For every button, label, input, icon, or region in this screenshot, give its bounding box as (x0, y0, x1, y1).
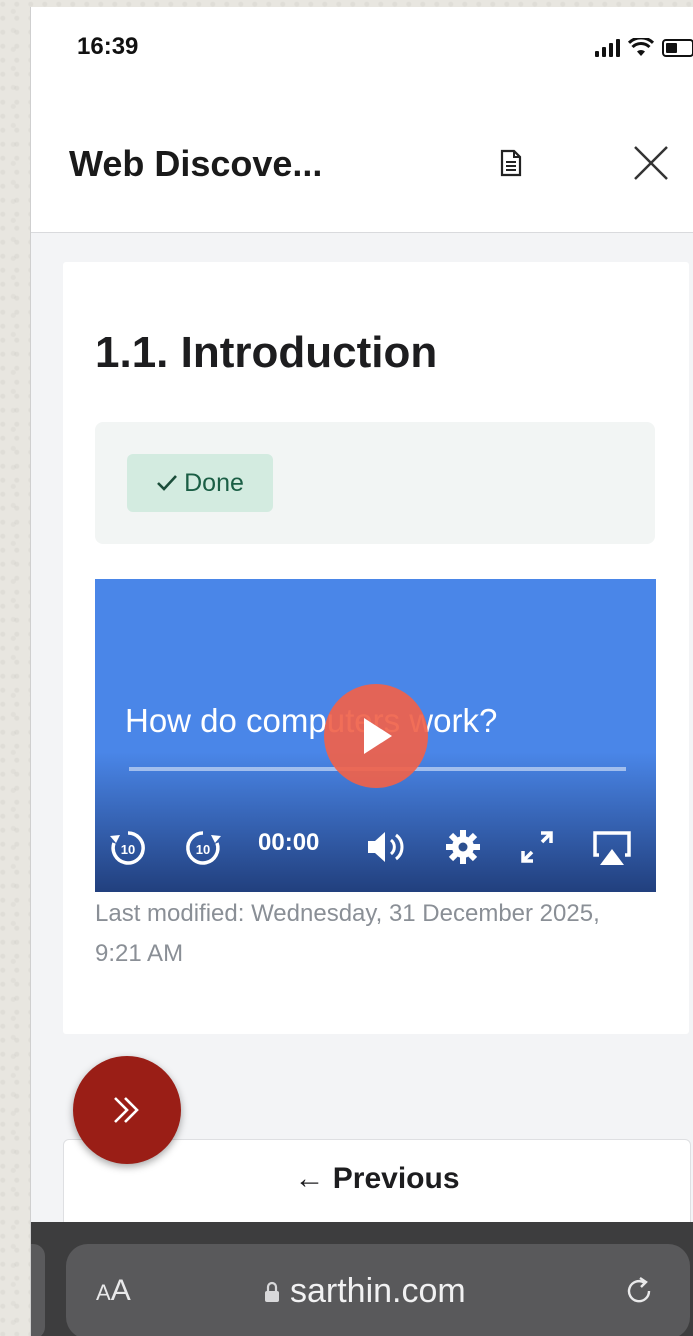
previous-label: Previous (332, 1162, 460, 1195)
address-bar[interactable]: AA sarthin.com (66, 1244, 690, 1336)
close-icon[interactable] (629, 141, 673, 185)
status-icons (595, 37, 693, 59)
url-display[interactable]: sarthin.com (264, 1272, 466, 1311)
video-title: How do computers work? (125, 702, 498, 739)
status-bar: 16:39 (31, 7, 693, 87)
wifi-icon (628, 38, 654, 56)
page-title: Web Discove... (69, 143, 323, 184)
app-header: Web Discove... (31, 87, 693, 233)
last-modified: Last modified: Wednesday, 31 December 20… (95, 900, 600, 967)
phone-screen: 16:39 Web Discove... 1.1. Introduction D… (30, 7, 693, 1336)
previous-button[interactable]: ← Previous (64, 1162, 690, 1196)
completion-box: Done (95, 422, 655, 544)
text-size-button[interactable]: AA (96, 1274, 131, 1308)
svg-text:10: 10 (121, 842, 135, 857)
fullscreen-icon[interactable] (517, 827, 557, 867)
done-label: Done (184, 468, 244, 497)
time-readout: 00:00 (258, 829, 320, 856)
browser-toolbar: AA sarthin.com (31, 1222, 693, 1336)
signal-icon (595, 39, 620, 57)
forward-10-icon[interactable]: 10 (182, 827, 224, 869)
svg-text:10: 10 (196, 842, 210, 857)
url-text: sarthin.com (290, 1272, 466, 1310)
settings-icon[interactable] (443, 827, 483, 867)
battery-icon (662, 39, 693, 57)
content-card: 1.1. Introduction Done How do computers … (63, 262, 689, 1034)
lock-icon (265, 1281, 279, 1302)
volume-icon[interactable] (365, 827, 409, 867)
done-badge[interactable]: Done (127, 454, 273, 512)
drawer-toggle-button[interactable] (73, 1056, 181, 1164)
video-controls: 10 10 00:00 (95, 819, 656, 879)
video-player[interactable]: How do computers work? 10 10 00:00 (95, 579, 656, 892)
checkmark-icon (157, 475, 178, 491)
play-button[interactable] (324, 684, 428, 788)
rewind-10-icon[interactable]: 10 (107, 827, 149, 869)
previous-tab-stub[interactable] (31, 1244, 45, 1336)
double-chevron-right-icon (114, 1097, 139, 1123)
reload-icon[interactable] (622, 1274, 656, 1308)
section-title: 1.1. Introduction (95, 328, 438, 377)
arrow-left-icon: ← (294, 1162, 325, 1195)
airplay-icon[interactable] (591, 827, 633, 869)
play-icon (364, 718, 392, 754)
status-time: 16:39 (77, 33, 139, 60)
document-icon[interactable] (499, 149, 523, 177)
